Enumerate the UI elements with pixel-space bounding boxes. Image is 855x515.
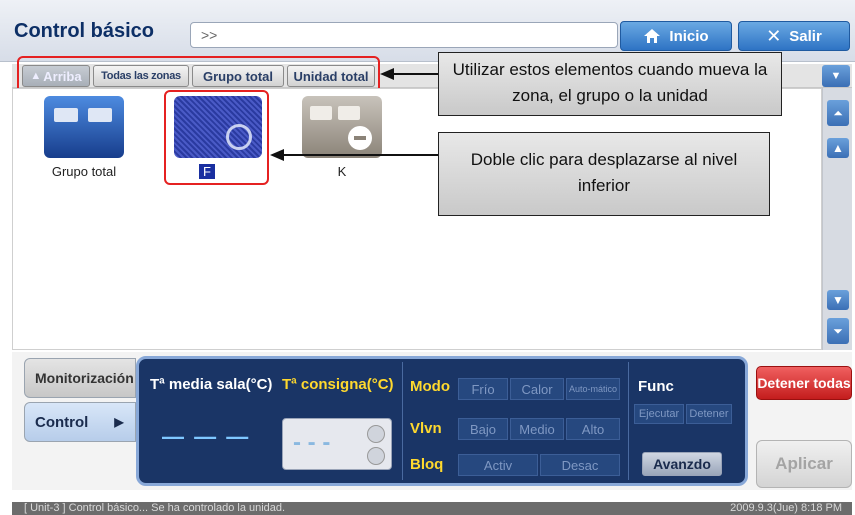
tab-control[interactable]: Control ▶ <box>24 402 136 442</box>
scroll-top-icon[interactable]: ⏶ <box>827 100 849 126</box>
func-stop-button[interactable]: Detener <box>686 404 732 424</box>
fan-high-button[interactable]: Alto <box>566 418 620 440</box>
home-icon <box>644 29 661 43</box>
mode-heat-button[interactable]: Calor <box>510 378 564 400</box>
lock-label: Bloq <box>410 456 444 473</box>
lock-on-button[interactable]: Activ <box>458 454 538 476</box>
callout-arrow-nav <box>380 68 438 80</box>
close-icon: ✕ <box>766 25 782 46</box>
room-temp-label: Tª media sala(°C) <box>150 376 273 393</box>
double-click-callout: Doble clic para desplazarse al nivel inf… <box>438 132 770 216</box>
triangle-right-icon: ▶ <box>114 415 124 429</box>
advanced-button[interactable]: Avanzdo <box>642 452 722 476</box>
func-run-button[interactable]: Ejecutar <box>634 404 684 424</box>
item-highlight-frame <box>164 90 269 185</box>
apply-button[interactable]: Aplicar <box>756 440 852 488</box>
panel-divider <box>402 362 403 480</box>
exit-label: Salir <box>789 27 822 45</box>
status-message: [ Unit-3 ] Control básico... Se ha contr… <box>24 502 286 514</box>
item-area <box>12 88 822 350</box>
callout-arrow-item <box>270 149 438 161</box>
nav-hint-callout: Utilizar estos elementos cuando mueva la… <box>438 52 782 116</box>
setpoint-display: - - - <box>282 418 392 470</box>
scroll-up-icon[interactable]: ▲ <box>827 138 849 158</box>
panel-divider-2 <box>628 362 629 480</box>
fan-label: Vlvn <box>410 420 442 437</box>
room-temp-value: — — — <box>162 424 251 449</box>
setpoint-value: - - - <box>293 429 331 456</box>
page-title: Control básico <box>14 20 155 42</box>
func-label: Func <box>638 378 674 395</box>
status-bar: [ Unit-3 ] Control básico... Se ha contr… <box>12 502 852 515</box>
exit-button[interactable]: ✕ Salir <box>738 21 850 51</box>
mode-label: Modo <box>410 378 450 395</box>
setpoint-label: Tª consigna(°C) <box>282 376 394 393</box>
mode-cool-button[interactable]: Frío <box>458 378 508 400</box>
vertical-scrollbar[interactable]: ⏶ ▲ ▼ ⏷ <box>822 88 852 350</box>
setpoint-down-button[interactable] <box>367 447 385 465</box>
stop-all-button[interactable]: Detener todas <box>756 366 852 400</box>
status-datetime: 2009.9.3(Jue) 8:18 PM <box>730 502 842 514</box>
fan-medium-button[interactable]: Medio <box>510 418 564 440</box>
tab-control-label: Control <box>35 413 89 431</box>
home-button[interactable]: Inicio <box>620 21 732 51</box>
fan-low-button[interactable]: Bajo <box>458 418 508 440</box>
scroll-down-icon[interactable]: ▼ <box>827 290 849 310</box>
group-icon[interactable] <box>44 96 124 158</box>
tab-monitor[interactable]: Monitorización <box>24 358 136 398</box>
scroll-bottom-icon[interactable]: ⏷ <box>827 318 849 344</box>
dropdown-icon[interactable]: ▼ <box>822 65 850 87</box>
mode-auto-button[interactable]: Auto-mático <box>566 378 620 400</box>
setpoint-up-button[interactable] <box>367 425 385 443</box>
path-field: >> <box>190 22 618 48</box>
home-label: Inicio <box>669 27 709 45</box>
item-label-grupo-total: Grupo total <box>51 164 117 179</box>
item-label-k: K <box>337 164 347 179</box>
lock-off-button[interactable]: Desac <box>540 454 620 476</box>
